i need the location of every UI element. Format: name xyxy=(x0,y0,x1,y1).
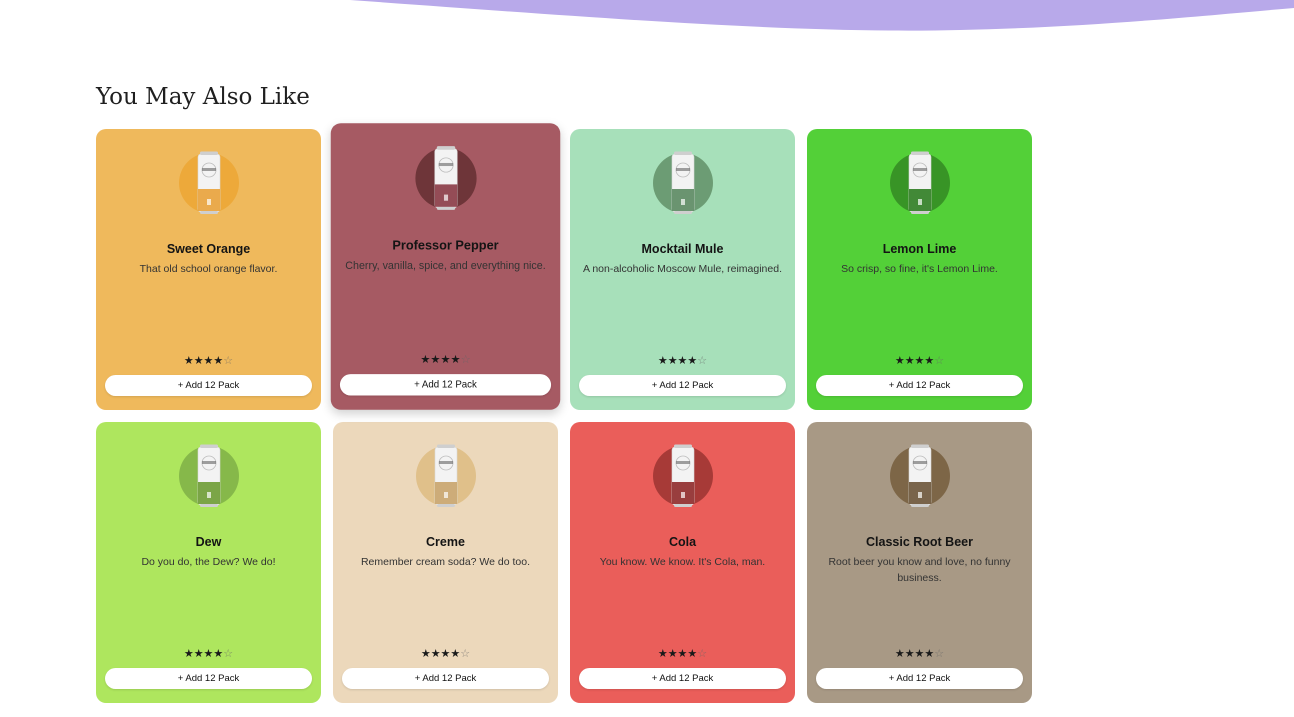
empty-star: ☆ xyxy=(934,647,945,660)
product-name: Mocktail Mule xyxy=(641,242,724,256)
soda-can-icon xyxy=(671,151,694,214)
decorative-wave xyxy=(350,0,1294,31)
filled-stars: ★★★★ xyxy=(894,647,935,660)
add-12-pack-button[interactable]: + Add 12 Pack xyxy=(105,375,312,396)
star-rating: ★★★★☆ xyxy=(570,647,795,660)
filled-stars: ★★★★ xyxy=(657,647,698,660)
product-image xyxy=(652,151,713,215)
product-description: Root beer you know and love, no funny bu… xyxy=(828,556,1011,584)
star-rating: ★★★★☆ xyxy=(96,647,321,660)
product-description: A non-alcoholic Moscow Mule, reimagined. xyxy=(582,263,782,275)
product-image xyxy=(889,444,950,508)
filled-stars: ★★★★ xyxy=(657,354,698,367)
empty-star: ☆ xyxy=(460,352,471,366)
product-image xyxy=(415,444,476,508)
product-image xyxy=(414,146,477,211)
soda-can-icon xyxy=(197,444,220,507)
soda-can-icon xyxy=(197,151,220,214)
empty-star: ☆ xyxy=(697,647,708,660)
product-description: Do you do, the Dew? We do! xyxy=(141,556,276,568)
product-card[interactable]: Mocktail Mule A non-alcoholic Moscow Mule… xyxy=(570,129,795,410)
empty-star: ☆ xyxy=(934,354,945,367)
star-rating: ★★★★☆ xyxy=(570,354,795,367)
add-12-pack-button[interactable]: + Add 12 Pack xyxy=(105,668,312,689)
product-name: Dew xyxy=(195,535,222,549)
star-rating: ★★★★☆ xyxy=(331,353,561,366)
add-12-pack-button[interactable]: + Add 12 Pack xyxy=(579,668,786,689)
star-rating: ★★★★☆ xyxy=(96,354,321,367)
add-12-pack-button[interactable]: + Add 12 Pack xyxy=(339,374,552,396)
product-card[interactable]: Lemon Lime So crisp, so fine, it's Lemon … xyxy=(807,129,1032,410)
empty-star: ☆ xyxy=(223,354,234,367)
product-grid: Sweet Orange That old school orange flavo… xyxy=(96,123,1032,703)
product-card[interactable]: Classic Root Beer Root beer you know and … xyxy=(807,422,1032,703)
product-card[interactable]: Professor Pepper Cherry, vanilla, spice, … xyxy=(330,123,561,410)
product-card[interactable]: Cola You know. We know. It's Cola, man. ★★… xyxy=(570,422,795,703)
product-card[interactable]: Creme Remember cream soda? We do too. ★★★★… xyxy=(333,422,558,703)
filled-stars: ★★★★ xyxy=(183,354,224,367)
product-name: Lemon Lime xyxy=(882,242,957,256)
filled-stars: ★★★★ xyxy=(420,352,461,366)
filled-stars: ★★★★ xyxy=(183,647,224,660)
product-image xyxy=(178,444,239,508)
product-description: You know. We know. It's Cola, man. xyxy=(599,556,766,568)
filled-stars: ★★★★ xyxy=(420,647,461,660)
star-rating: ★★★★☆ xyxy=(333,647,558,660)
empty-star: ☆ xyxy=(697,354,708,367)
star-rating: ★★★★☆ xyxy=(807,647,1032,660)
soda-can-icon xyxy=(908,444,931,507)
soda-can-icon xyxy=(434,444,457,507)
soda-can-icon xyxy=(433,146,458,210)
product-name: Professor Pepper xyxy=(392,238,499,253)
add-12-pack-button[interactable]: + Add 12 Pack xyxy=(816,668,1023,689)
add-12-pack-button[interactable]: + Add 12 Pack xyxy=(579,375,786,396)
add-12-pack-button[interactable]: + Add 12 Pack xyxy=(342,668,549,689)
product-image xyxy=(652,444,713,508)
empty-star: ☆ xyxy=(223,647,234,660)
product-description: Remember cream soda? We do too. xyxy=(360,556,531,568)
soda-can-icon xyxy=(671,444,694,507)
product-name: Cola xyxy=(668,535,697,549)
product-image xyxy=(178,151,239,215)
product-description: That old school orange flavor. xyxy=(139,263,278,275)
product-name: Classic Root Beer xyxy=(866,535,973,549)
product-description: So crisp, so fine, it's Lemon Lime. xyxy=(841,263,998,275)
filled-stars: ★★★★ xyxy=(894,354,935,367)
star-rating: ★★★★☆ xyxy=(807,354,1032,367)
empty-star: ☆ xyxy=(460,647,471,660)
soda-can-icon xyxy=(908,151,931,214)
product-card[interactable]: Sweet Orange That old school orange flavo… xyxy=(96,129,321,410)
product-image xyxy=(889,151,950,215)
section-title: You May Also Like xyxy=(96,84,310,110)
add-12-pack-button[interactable]: + Add 12 Pack xyxy=(816,375,1023,396)
product-description: Cherry, vanilla, spice, and everything n… xyxy=(345,259,546,273)
product-name: Sweet Orange xyxy=(166,242,251,256)
product-card[interactable]: Dew Do you do, the Dew? We do! ★★★★☆ + Add … xyxy=(96,422,321,703)
product-name: Creme xyxy=(426,535,465,549)
